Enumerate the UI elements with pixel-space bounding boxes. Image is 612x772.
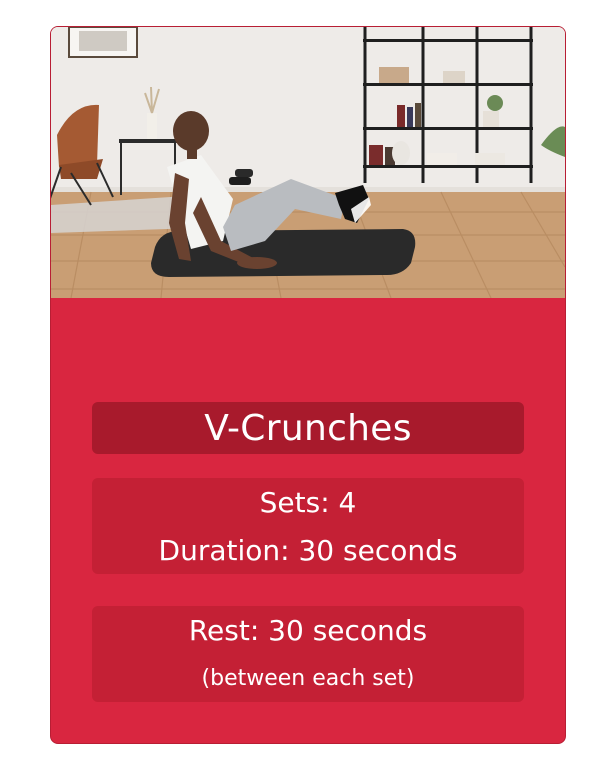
sets-text: Sets: 4 bbox=[259, 486, 357, 519]
sets-duration-box: Sets: 4 Duration: 30 seconds bbox=[92, 478, 524, 574]
duration-text: Duration: 30 seconds bbox=[158, 534, 458, 567]
exercise-title: V-Crunches bbox=[204, 407, 412, 449]
rest-box: Rest: 30 seconds (between each set) bbox=[92, 606, 524, 702]
exercise-card: V-Crunches Sets: 4 Duration: 30 seconds … bbox=[50, 26, 566, 744]
rest-text: Rest: 30 seconds bbox=[188, 614, 428, 647]
exercise-photo bbox=[51, 27, 565, 298]
rest-note: (between each set) bbox=[201, 666, 415, 691]
exercise-title-box: V-Crunches bbox=[92, 402, 524, 454]
